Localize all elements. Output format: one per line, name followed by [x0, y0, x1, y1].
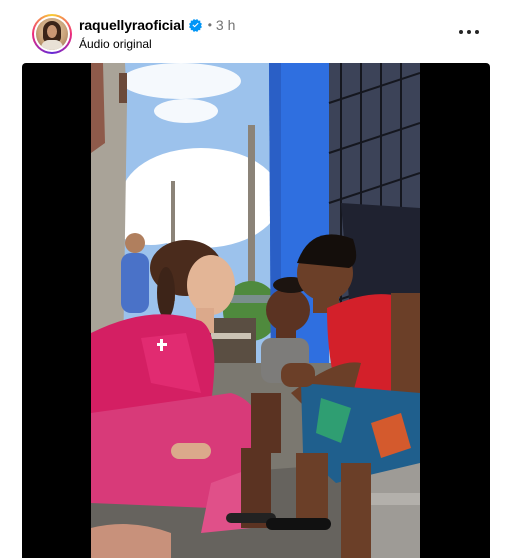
username-link[interactable]: raquellyraoficial — [79, 17, 185, 33]
separator-dot: • — [207, 18, 212, 32]
profile-avatar[interactable] — [32, 14, 72, 54]
post-header: raquellyraoficial • 3 h Áudio original — [0, 0, 521, 64]
post-time[interactable]: 3 h — [216, 17, 235, 33]
more-options-icon[interactable] — [459, 24, 479, 40]
audio-link[interactable]: Áudio original — [79, 37, 235, 51]
post-meta-line: raquellyraoficial • 3 h — [79, 16, 235, 34]
avatar-inner — [34, 16, 70, 52]
avatar-image — [36, 18, 68, 50]
post-video[interactable] — [22, 63, 490, 558]
video-frame — [91, 63, 420, 558]
verified-badge-icon — [188, 18, 202, 32]
post-meta: raquellyraoficial • 3 h Áudio original — [79, 16, 235, 51]
